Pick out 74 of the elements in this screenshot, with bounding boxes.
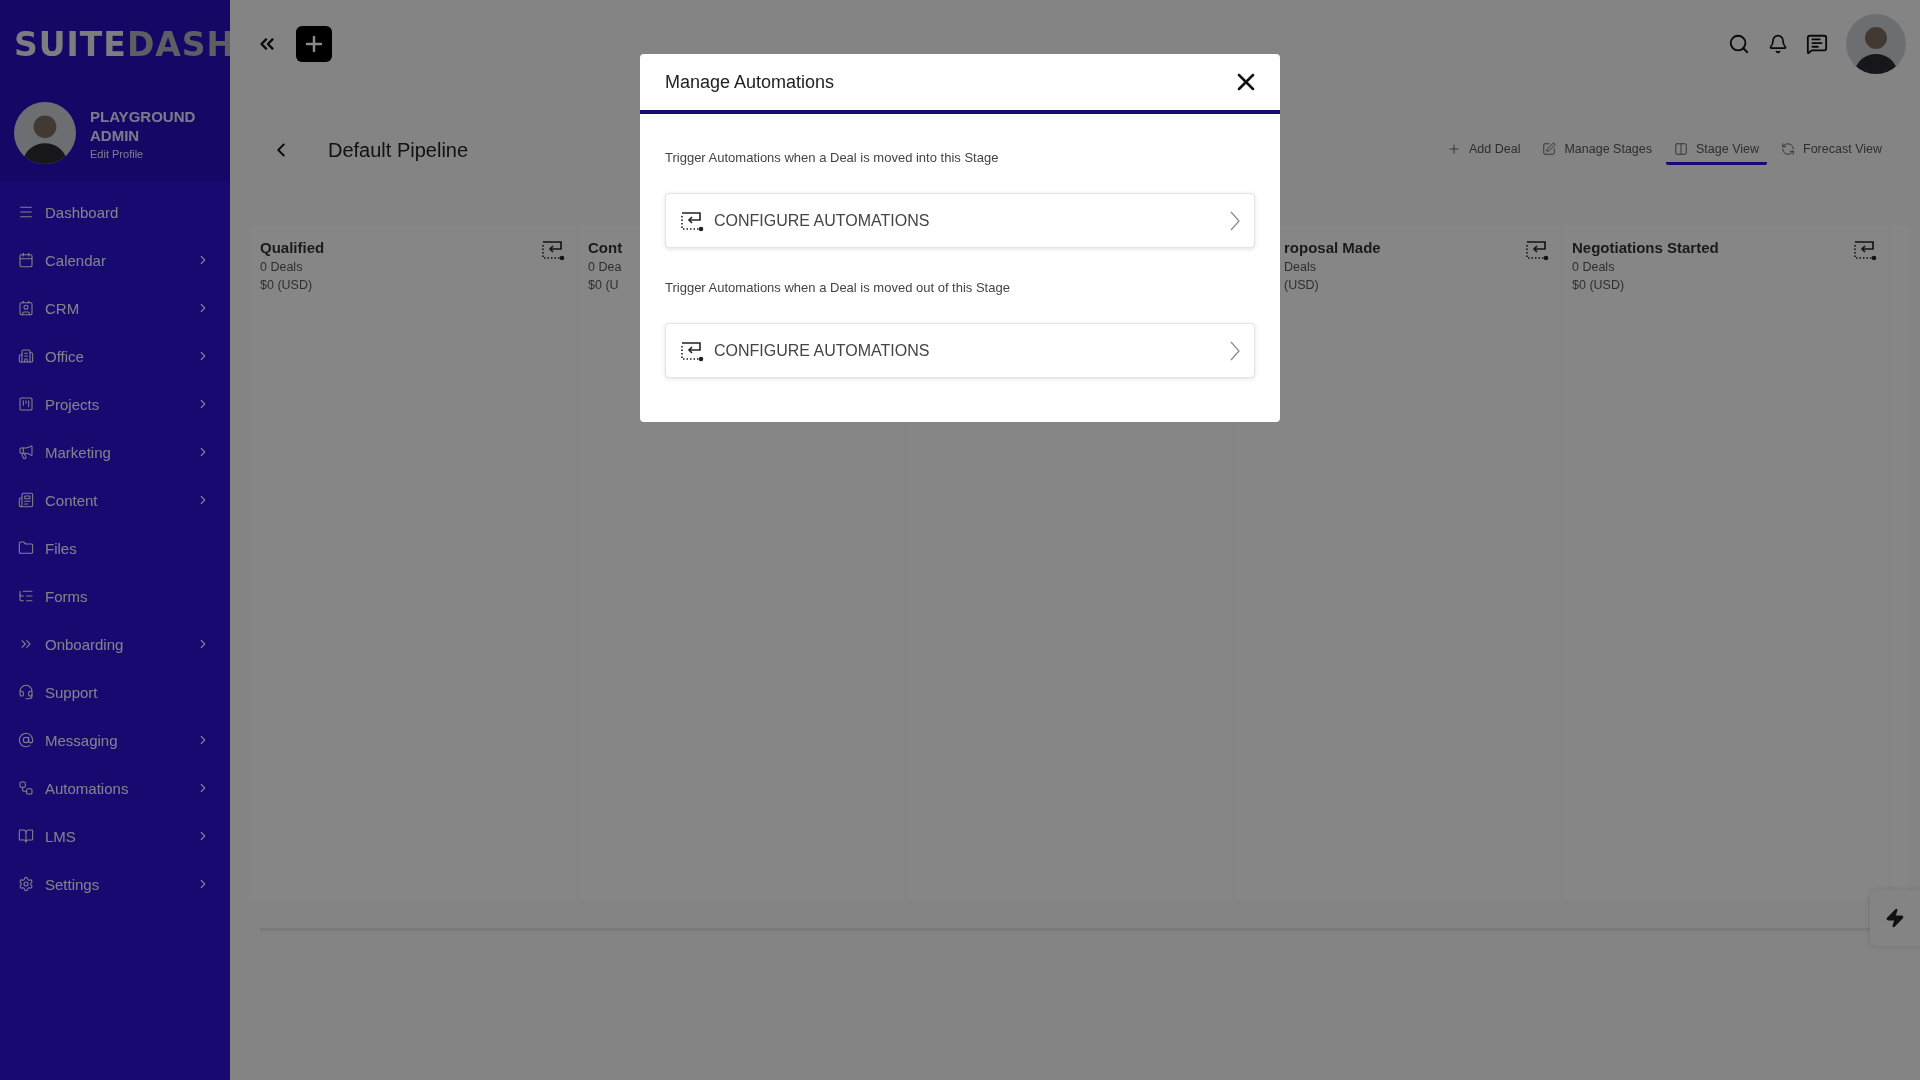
section-description: Trigger Automations when a Deal is moved out of this Stage <box>665 280 1011 295</box>
sidebar-item[interactable]: Calendar <box>0 236 230 284</box>
add-button[interactable] <box>296 26 332 62</box>
toolbar-tab[interactable]: Add Deal <box>1439 135 1529 165</box>
stage-deal-count: 0 Dea <box>588 260 622 274</box>
toolbar-tab[interactable]: Stage View <box>1666 135 1768 165</box>
stage-amount: (USD) <box>1284 278 1319 292</box>
folder-icon <box>18 540 34 556</box>
sidebar-item[interactable]: Automations <box>0 764 230 812</box>
sidebar-item[interactable]: Marketing <box>0 428 230 476</box>
chevron-icon <box>1230 210 1240 231</box>
stage-title: Cont <box>588 239 623 256</box>
profile-name: PLAYGROUND ADMIN <box>90 106 197 145</box>
stage-deal-count: 0 Deals <box>260 260 303 274</box>
workflow-icon <box>18 780 34 796</box>
stage-deal-count: Deals <box>1284 260 1316 274</box>
sidebar-item[interactable]: Messaging <box>0 716 230 764</box>
settings-icon <box>18 876 34 892</box>
plus-icon <box>1447 141 1461 156</box>
modal-title: Manage Automations <box>665 71 835 93</box>
menu-icon <box>18 204 34 220</box>
automation-icon <box>680 339 704 362</box>
automation-icon <box>541 239 565 261</box>
edit-icon <box>1542 141 1557 156</box>
chat-icon <box>1806 33 1828 55</box>
stage-title: Qualified <box>260 239 325 256</box>
sidebar-item[interactable]: Office <box>0 332 230 380</box>
building-icon <box>18 348 34 364</box>
stage-title: Negotiations Started <box>1572 239 1719 256</box>
automation-icon <box>1853 239 1877 261</box>
columns-icon <box>1674 141 1688 156</box>
automation-icon <box>1525 239 1549 261</box>
sidebar-item[interactable]: Projects <box>0 380 230 428</box>
at-sign-icon <box>18 732 34 748</box>
edit-profile-link[interactable]: Edit Profile <box>90 147 216 160</box>
logo: SUITEDASH <box>14 24 236 64</box>
notifications-button[interactable] <box>1768 34 1788 54</box>
sidebar-item[interactable]: Onboarding <box>0 620 230 668</box>
stage-deal-count: 0 Deals <box>1572 260 1615 274</box>
bell-icon <box>1768 34 1788 54</box>
search-button[interactable] <box>1728 33 1750 55</box>
kanban-icon <box>18 396 34 412</box>
toolbar-tab[interactable]: Manage Stages <box>1534 135 1660 165</box>
stage-amount: $0 (USD) <box>260 278 313 292</box>
headset-icon <box>18 684 34 700</box>
stage-amount: $0 (USD) <box>1572 278 1625 292</box>
forecast-icon <box>1781 141 1796 156</box>
messages-button[interactable] <box>1806 33 1828 55</box>
contact-card-icon <box>18 300 34 316</box>
sidebar-item[interactable]: LMS <box>0 812 230 860</box>
lightning-icon <box>1885 908 1905 928</box>
sidebar-item[interactable]: Dashboard <box>0 188 230 236</box>
chevron-icon <box>1230 340 1240 361</box>
sidebar-item[interactable]: Support <box>0 668 230 716</box>
sidebar-item[interactable]: Forms <box>0 572 230 620</box>
toolbar-tab[interactable]: Forecast View <box>1773 135 1890 165</box>
quick-actions-button[interactable] <box>1870 890 1920 946</box>
section-description: Trigger Automations when a Deal is moved into this Stage <box>665 150 1000 165</box>
newspaper-icon <box>18 492 34 508</box>
search-icon <box>1728 33 1750 55</box>
sidebar-item[interactable]: Settings <box>0 860 230 908</box>
configure-automations-button[interactable]: CONFIGURE AUTOMATIONS <box>665 193 1255 248</box>
configure-automations-button[interactable]: CONFIGURE AUTOMATIONS <box>665 323 1255 378</box>
page-title: Default Pipeline <box>328 138 469 162</box>
list-icon <box>18 588 34 604</box>
calendar-icon <box>18 252 34 268</box>
book-icon <box>18 828 34 844</box>
stage-title: roposal Made <box>1284 239 1381 256</box>
stage-amount: $0 (U <box>588 278 619 292</box>
automation-icon <box>680 209 704 232</box>
sidebar-item[interactable]: CRM <box>0 284 230 332</box>
sidebar-item[interactable]: Files <box>0 524 230 572</box>
megaphone-icon <box>18 444 34 460</box>
sidebar-item[interactable]: Content <box>0 476 230 524</box>
